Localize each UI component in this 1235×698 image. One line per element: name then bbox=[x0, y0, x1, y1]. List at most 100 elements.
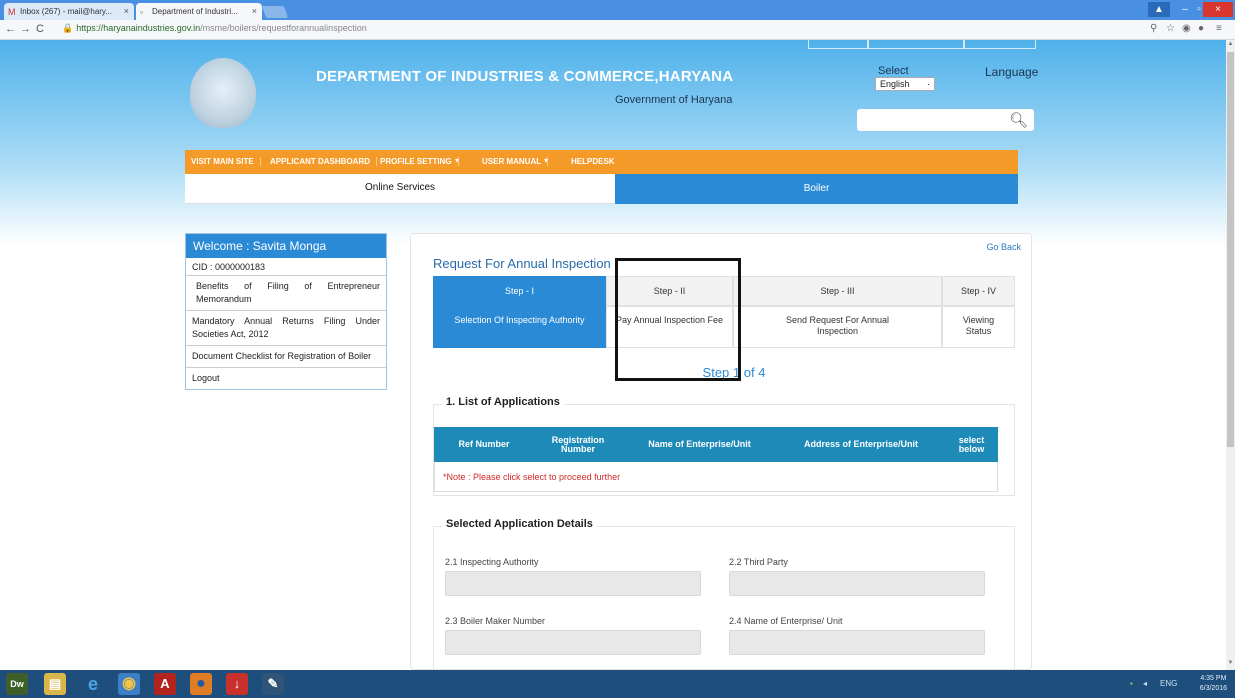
gmail-icon: M bbox=[8, 7, 16, 17]
extension-icon[interactable]: ● bbox=[1198, 23, 1204, 34]
inspecting-authority-field[interactable] bbox=[445, 571, 701, 596]
haryana-emblem-logo bbox=[190, 58, 256, 128]
file-explorer-icon[interactable]: ▤ bbox=[44, 673, 66, 695]
url-host: https://haryanaindustries.gov.in bbox=[76, 23, 201, 33]
firefox-icon[interactable]: ● bbox=[190, 673, 212, 695]
browser-tab-bar: M Inbox (267) - mail@hary... × ▫ Departm… bbox=[0, 0, 1235, 20]
language-label: Language bbox=[985, 65, 1039, 79]
scroll-down-icon[interactable]: ▼ bbox=[1227, 660, 1234, 666]
cid-label: CID : 0000000183 bbox=[186, 258, 386, 276]
step-1-header[interactable]: Step - I bbox=[433, 276, 606, 306]
sidebar-item-document-checklist[interactable]: Document Checklist for Registration of B… bbox=[186, 346, 386, 368]
new-tab-button[interactable] bbox=[261, 6, 289, 18]
sidebar: Welcome : Savita Monga CID : 0000000183 … bbox=[185, 233, 387, 390]
close-tab-icon[interactable]: × bbox=[124, 6, 129, 16]
tab-label: Inbox (267) - mail@hary... bbox=[20, 7, 113, 16]
go-back-link[interactable]: Go Back bbox=[986, 242, 1021, 252]
menu-icon[interactable]: ≡ bbox=[1216, 23, 1222, 34]
close-tab-icon[interactable]: × bbox=[252, 6, 257, 16]
highlight-annotation-box bbox=[615, 258, 741, 381]
scrollbar-thumb[interactable] bbox=[1227, 52, 1234, 447]
reload-icon[interactable]: C bbox=[36, 23, 44, 35]
volume-icon[interactable]: ◂ bbox=[1143, 679, 1147, 688]
step-3-header[interactable]: Step - III bbox=[733, 276, 942, 306]
dropdown-arrow-icon: ▾ bbox=[455, 156, 460, 165]
select-label: Select bbox=[878, 65, 909, 77]
downloader-icon[interactable]: ↓ bbox=[226, 673, 248, 695]
network-icon[interactable]: ▪ bbox=[1130, 679, 1133, 688]
notepad-icon[interactable]: ✎ bbox=[262, 673, 284, 695]
dropdown-arrow-icon: ▾ bbox=[544, 156, 549, 165]
step-4-body[interactable]: Viewing Status bbox=[942, 306, 1015, 348]
tab-label: Department of Industri... bbox=[152, 7, 238, 16]
bookmark-star-icon[interactable]: ☆ bbox=[1166, 23, 1175, 34]
page-icon: ▫ bbox=[140, 7, 144, 17]
boiler-tab[interactable]: Boiler bbox=[615, 174, 1018, 204]
column-select-below: select below bbox=[958, 434, 985, 454]
internet-explorer-icon[interactable]: e bbox=[82, 673, 104, 695]
page-scrollbar[interactable]: ▲ ▼ bbox=[1226, 40, 1235, 670]
enterprise-name-label: 2.4 Name of Enterprise/ Unit bbox=[729, 616, 843, 626]
column-name-of-enterprise: Name of Enterprise/Unit bbox=[648, 439, 751, 449]
column-ref-number: Ref Number bbox=[458, 439, 510, 449]
extension-icon[interactable]: ◉ bbox=[1182, 23, 1191, 34]
language-indicator[interactable]: ENG bbox=[1160, 679, 1177, 688]
welcome-banner: Welcome : Savita Monga bbox=[186, 234, 386, 258]
header-strip bbox=[868, 40, 964, 49]
close-window-icon[interactable]: × bbox=[1203, 2, 1233, 17]
proceed-note: *Note : Please click select to proceed f… bbox=[434, 462, 998, 492]
acrobat-icon[interactable]: A bbox=[154, 673, 176, 695]
url-path: /msme/boilers/requestforannualinspection bbox=[200, 23, 367, 33]
header-strip bbox=[964, 40, 1036, 49]
sidebar-item-annual-returns[interactable]: Mandatory Annual Returns Filing Under So… bbox=[186, 311, 386, 346]
chrome-icon[interactable]: ◉ bbox=[118, 673, 140, 695]
dreamweaver-icon[interactable]: Dw bbox=[6, 673, 28, 695]
scroll-up-icon[interactable]: ▲ bbox=[1227, 41, 1234, 47]
column-address-of-enterprise: Address of Enterprise/Unit bbox=[803, 439, 919, 449]
search-icon[interactable]: 🔍︎ bbox=[1009, 111, 1028, 129]
boiler-maker-number-field[interactable] bbox=[445, 630, 701, 655]
menu-applicant-dashboard[interactable]: APPLICANT DASHBOARD bbox=[270, 157, 377, 166]
column-registration-number: Registration Number bbox=[551, 434, 605, 454]
online-services-tab[interactable]: Online Services bbox=[185, 174, 615, 204]
step-4-header[interactable]: Step - IV bbox=[942, 276, 1015, 306]
address-bar: ← → C 🔒 https://haryanaindustries.gov.in/… bbox=[0, 20, 1235, 40]
header-strip bbox=[808, 40, 868, 49]
sidebar-item-logout[interactable]: Logout bbox=[186, 368, 386, 389]
language-dropdown[interactable]: English · bbox=[875, 77, 935, 91]
windows-taskbar: Dw ▤ e ◉ A ● ↓ ✎ ▪ ◂ ENG 4:35 PM 6/3/201… bbox=[0, 670, 1235, 698]
user-profile-icon[interactable]: ▲ bbox=[1148, 2, 1170, 17]
selected-application-details: Selected Application Details 2.1 Inspect… bbox=[433, 518, 1015, 670]
applications-table-header: Ref Number Registration Number Name of E… bbox=[434, 427, 998, 462]
back-arrow-icon[interactable]: ← bbox=[5, 23, 16, 35]
tab-gmail[interactable]: M Inbox (267) - mail@hary... × bbox=[4, 3, 134, 20]
forward-arrow-icon[interactable]: → bbox=[20, 23, 31, 35]
sidebar-item-benefits[interactable]: Benefits of Filing of Entrepreneur Memor… bbox=[186, 276, 386, 311]
step-3-body[interactable]: Send Request For Annual Inspection bbox=[733, 306, 942, 348]
inspecting-authority-label: 2.1 Inspecting Authority bbox=[445, 557, 539, 567]
third-party-label: 2.2 Third Party bbox=[729, 557, 788, 567]
menu-visit-main-site[interactable]: VISIT MAIN SITE bbox=[191, 157, 261, 166]
main-panel: Go Back Request For Annual Inspection St… bbox=[410, 233, 1032, 670]
details-section-title: Selected Application Details bbox=[442, 518, 597, 530]
header-banner: DEPARTMENT OF INDUSTRIES & COMMERCE,HARY… bbox=[0, 40, 1226, 245]
enterprise-name-field[interactable] bbox=[729, 630, 985, 655]
page-subtitle: Government of Haryana bbox=[615, 94, 733, 106]
menu-profile-setting[interactable]: PROFILE SETTING bbox=[380, 157, 459, 166]
applications-section-title: 1. List of Applications bbox=[442, 396, 564, 408]
page-title: DEPARTMENT OF INDUSTRIES & COMMERCE,HARY… bbox=[316, 68, 734, 85]
language-value: English bbox=[880, 79, 910, 89]
menu-user-manual[interactable]: USER MANUAL bbox=[482, 157, 549, 166]
system-clock[interactable]: 4:35 PM 6/3/2016 bbox=[1200, 674, 1227, 694]
search-input[interactable]: 🔍︎ bbox=[857, 109, 1034, 131]
zoom-icon[interactable]: ⚲ bbox=[1150, 23, 1157, 34]
main-menu: VISIT MAIN SITE APPLICANT DASHBOARD PROF… bbox=[185, 150, 1018, 174]
step-1-body[interactable]: Selection Of Inspecting Authority bbox=[433, 306, 606, 348]
third-party-field[interactable] bbox=[729, 571, 985, 596]
url-field[interactable]: 🔒 https://haryanaindustries.gov.in/msme/b… bbox=[62, 23, 367, 34]
clock-date: 6/3/2016 bbox=[1199, 685, 1227, 692]
menu-helpdesk[interactable]: HELPDESK bbox=[571, 157, 621, 166]
tab-department[interactable]: ▫ Department of Industri... × bbox=[136, 3, 262, 20]
clock-time: 4:35 PM bbox=[1200, 675, 1227, 682]
app-label: Dw bbox=[10, 679, 24, 689]
